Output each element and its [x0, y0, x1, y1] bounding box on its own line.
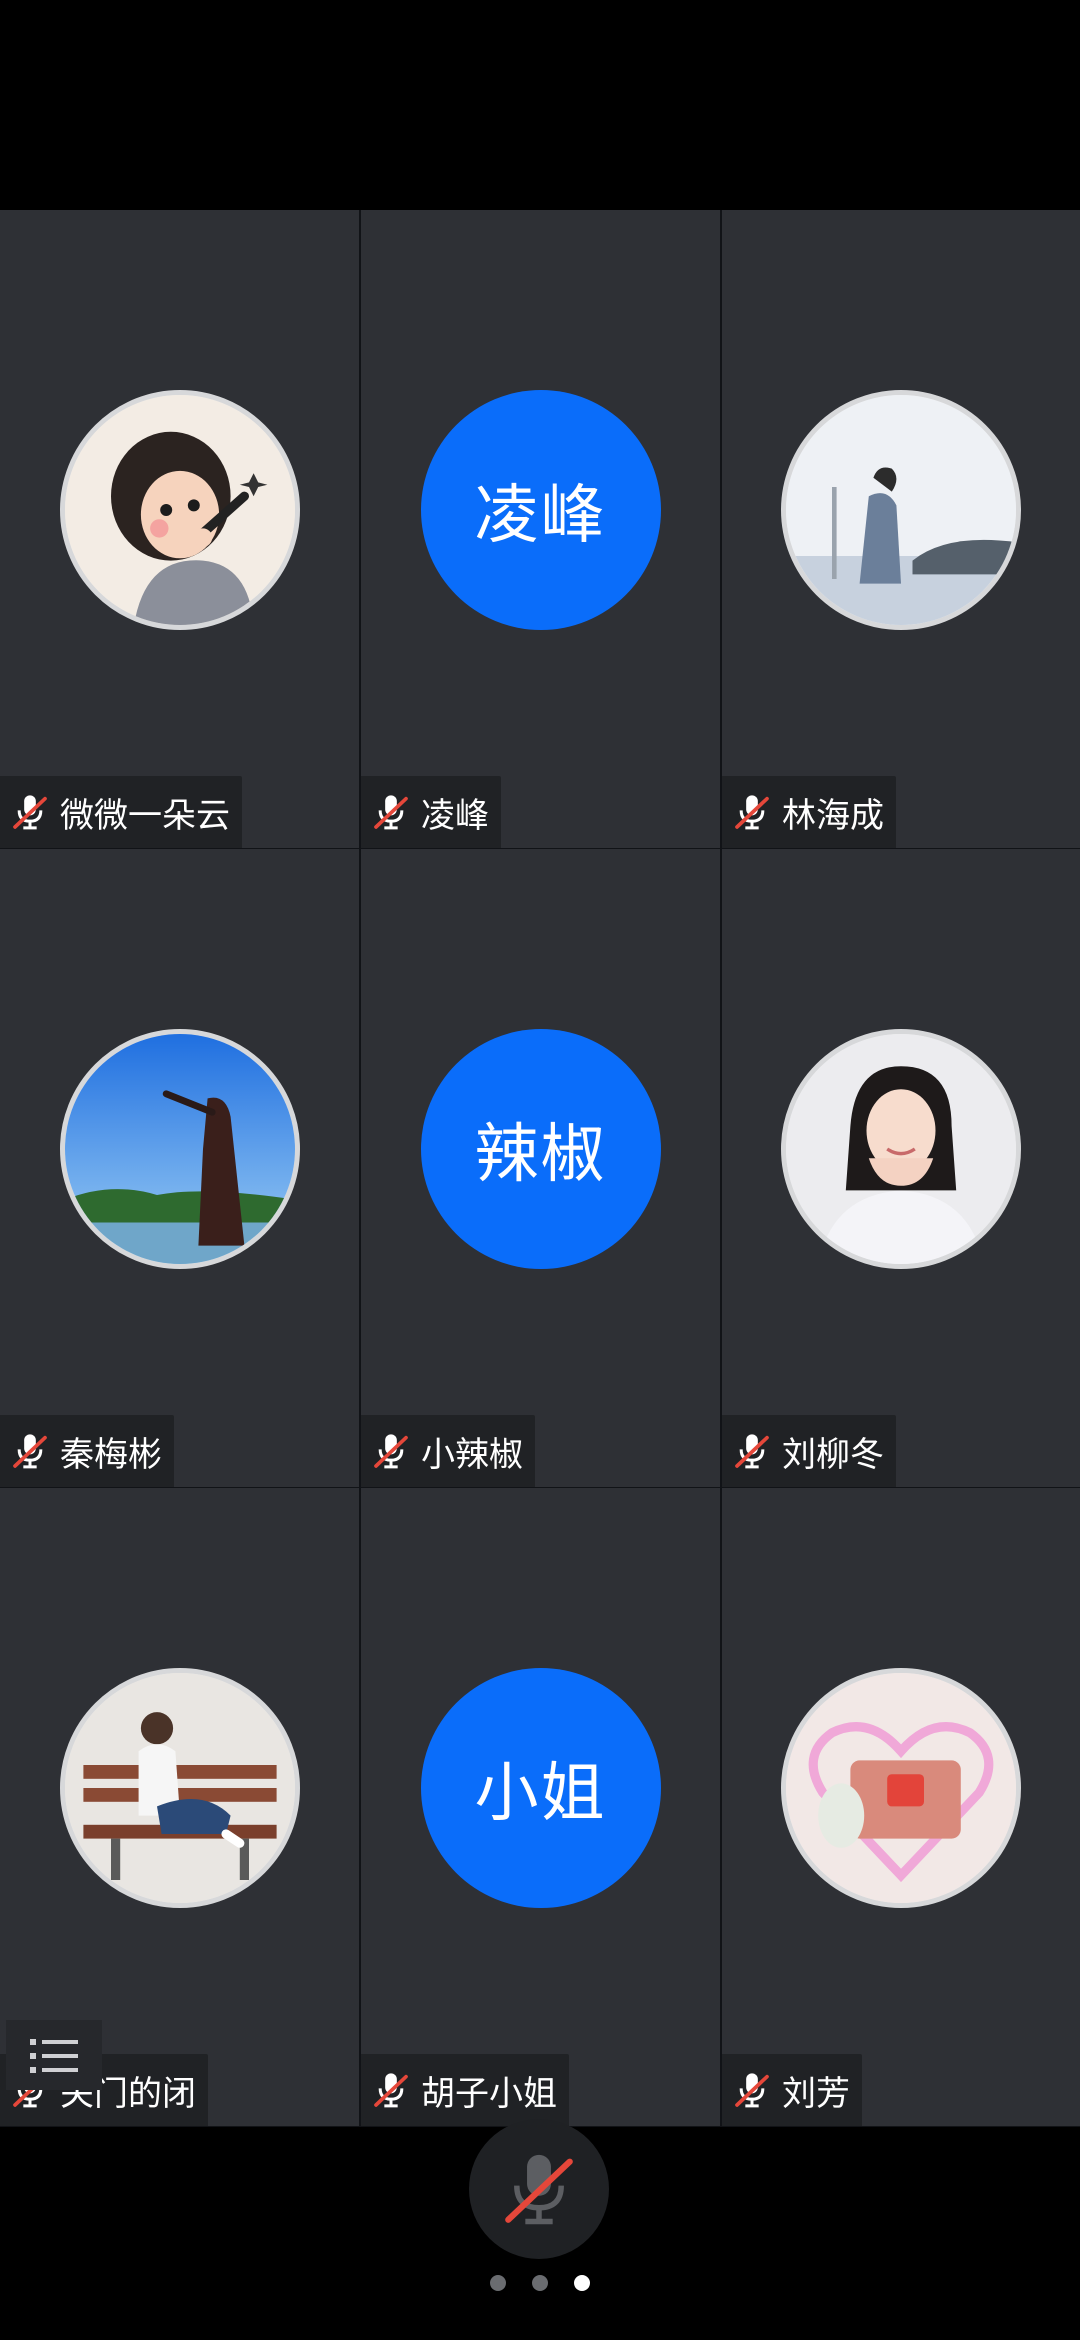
muted-mic-icon — [13, 795, 47, 830]
name-tag: 微微一朵云 — [0, 776, 242, 848]
participant-name: 胡子小姐 — [421, 2073, 557, 2114]
avatar-initials: 凌峰 — [474, 479, 607, 553]
text-avatar: 辣椒 — [420, 1029, 661, 1269]
participant-tile[interactable]: 小姐 胡子小姐 — [361, 1488, 720, 2126]
text-avatar: 小姐 — [420, 1668, 661, 1908]
man-by-river-photo-avatar — [781, 390, 1021, 630]
name-tag: 凌峰 — [361, 776, 501, 848]
participant-tile[interactable]: 刘柳冬 — [722, 849, 1080, 1487]
page-indicator — [0, 2275, 1080, 2293]
heart-frame-photo-avatar — [781, 1668, 1021, 1908]
woman-portrait-photo-avatar — [781, 1029, 1021, 1269]
muted-mic-icon — [374, 1434, 408, 1469]
participant-name: 微微一朵云 — [60, 795, 230, 836]
cartoon-singer-avatar — [59, 390, 300, 630]
muted-mic-icon — [374, 795, 408, 830]
name-tag: 林海成 — [722, 776, 896, 848]
girl-on-bench-avatar — [59, 1668, 300, 1908]
mute-toggle-button[interactable] — [469, 2119, 609, 2259]
participant-tile[interactable]: 林海成 — [722, 210, 1080, 848]
participant-tile[interactable]: 秦梅彬 — [0, 849, 359, 1487]
participant-tile[interactable]: 凌峰 凌峰 — [361, 210, 720, 848]
name-tag: 胡子小姐 — [361, 2054, 569, 2126]
name-tag: 小辣椒 — [361, 1415, 535, 1487]
woman-sky-photo-avatar — [59, 1029, 300, 1269]
muted-mic-icon — [735, 795, 769, 830]
page-dot[interactable] — [490, 2275, 506, 2291]
participant-tile[interactable]: 辣椒 小辣椒 — [361, 849, 720, 1487]
name-tag: 秦梅彬 — [0, 1415, 174, 1487]
participant-list-icon[interactable] — [6, 2020, 102, 2090]
page-dot[interactable] — [532, 2275, 548, 2291]
participant-name: 凌峰 — [421, 795, 489, 836]
page-dot-active[interactable] — [574, 2275, 590, 2291]
participant-name: 刘柳冬 — [782, 1434, 884, 1475]
avatar-initials: 小姐 — [474, 1757, 607, 1831]
participant-name: 秦梅彬 — [60, 1434, 162, 1475]
name-tag: 刘柳冬 — [722, 1415, 896, 1487]
muted-mic-icon — [13, 1434, 47, 1469]
participant-grid: 微微一朵云 凌峰 凌峰 林海成 秦梅彬 辣椒 小辣椒 刘柳冬 关门的闭 小姐 胡… — [0, 210, 1080, 2127]
participant-tile[interactable]: 微微一朵云 — [0, 210, 359, 848]
text-avatar: 凌峰 — [420, 390, 661, 630]
muted-mic-icon — [735, 1434, 769, 1469]
participant-name: 林海成 — [782, 795, 884, 836]
muted-microphone-icon — [505, 2154, 573, 2225]
name-tag: 刘芳 — [722, 2054, 862, 2126]
participant-name: 刘芳 — [782, 2073, 850, 2114]
avatar-initials: 辣椒 — [474, 1118, 607, 1192]
muted-mic-icon — [735, 2073, 769, 2108]
participant-tile[interactable]: 刘芳 — [722, 1488, 1080, 2126]
muted-mic-icon — [374, 2073, 408, 2108]
participant-name: 小辣椒 — [421, 1434, 523, 1475]
top-bar — [0, 0, 1080, 210]
meeting-screen: 微微一朵云 凌峰 凌峰 林海成 秦梅彬 辣椒 小辣椒 刘柳冬 关门的闭 小姐 胡… — [0, 0, 1080, 2340]
